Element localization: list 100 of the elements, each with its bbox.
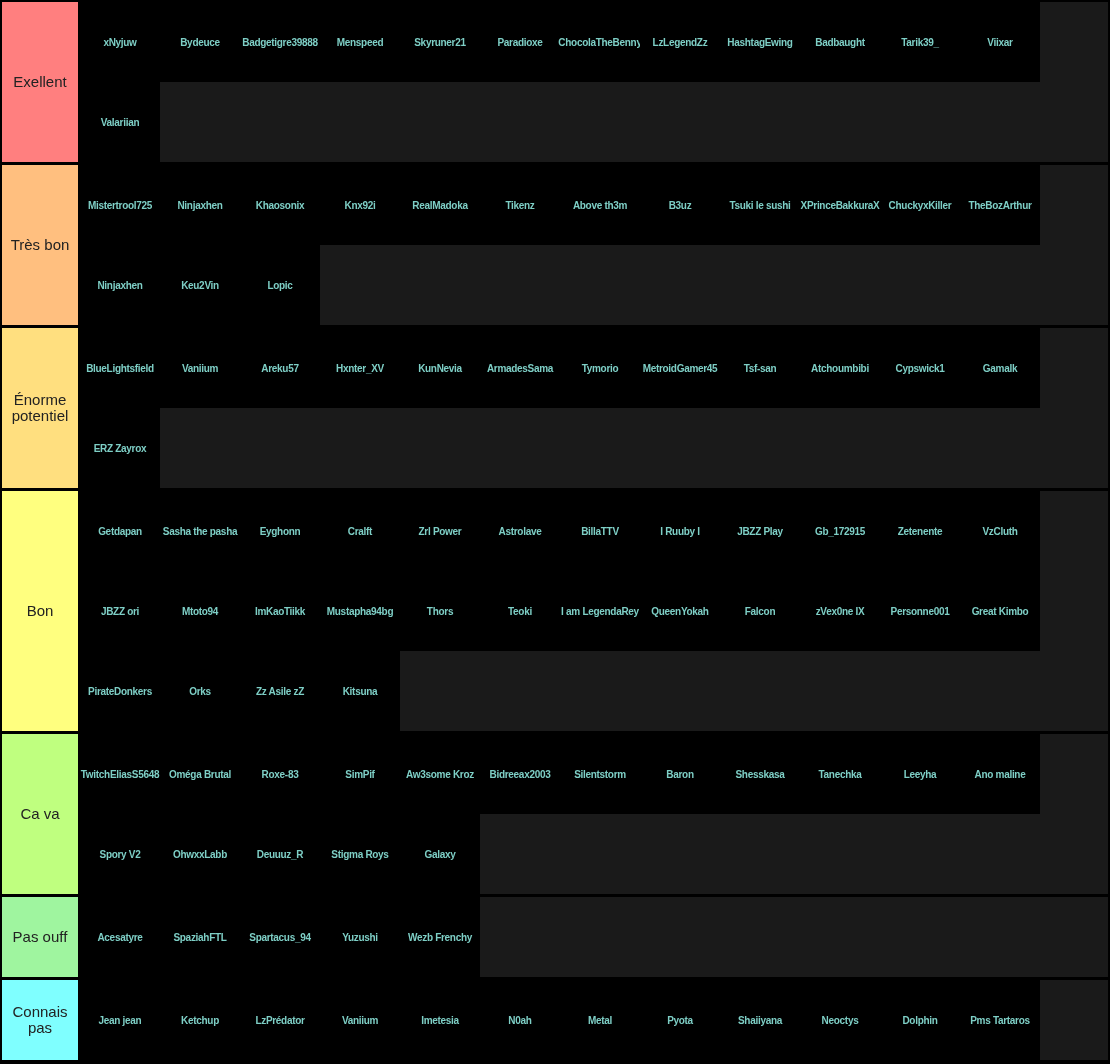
player-name[interactable]: Falcon xyxy=(720,571,800,651)
player-name[interactable]: SpaziahFTL xyxy=(160,897,240,977)
player-name[interactable]: Tsf-san xyxy=(720,328,800,408)
player-name[interactable]: Skyruner21 xyxy=(400,2,480,82)
player-name[interactable]: Ninjaxhen xyxy=(160,165,240,245)
player-name[interactable]: Tsuki le sushi xyxy=(720,165,800,245)
player-name[interactable]: VzCluth xyxy=(960,491,1040,571)
player-name[interactable]: Orks xyxy=(160,651,240,731)
player-name[interactable]: Neoctys xyxy=(800,980,880,1060)
player-name[interactable]: Tymorio xyxy=(560,328,640,408)
player-name[interactable]: Deuuuz_R xyxy=(240,814,320,894)
player-name[interactable]: TwitchEliasS5648 xyxy=(80,734,160,814)
player-name[interactable]: Shesskasa xyxy=(720,734,800,814)
player-name[interactable]: SimPif xyxy=(320,734,400,814)
player-name[interactable]: Zz Asile zZ xyxy=(240,651,320,731)
player-name[interactable]: Above th3m xyxy=(560,165,640,245)
player-name[interactable]: TheBozArthur xyxy=(960,165,1040,245)
player-name[interactable]: Mistertrool725 xyxy=(80,165,160,245)
player-name[interactable]: Pms Tartaros xyxy=(960,980,1040,1060)
player-name[interactable]: Stigma Roys xyxy=(320,814,400,894)
player-name[interactable]: Lopic xyxy=(240,245,320,325)
player-name[interactable]: Gamalk xyxy=(960,328,1040,408)
player-name[interactable]: OhwxxLabb xyxy=(160,814,240,894)
player-name[interactable]: Bidreeax2003 xyxy=(480,734,560,814)
player-name[interactable]: ImKaoTiikk xyxy=(240,571,320,651)
player-name[interactable]: Mtoto94 xyxy=(160,571,240,651)
player-name[interactable]: Great Kimbo xyxy=(960,571,1040,651)
player-name[interactable]: ArmadesSama xyxy=(480,328,560,408)
player-name[interactable]: Getdapan xyxy=(80,491,160,571)
player-name[interactable]: Imetesia xyxy=(400,980,480,1060)
player-name[interactable]: Knx92i xyxy=(320,165,400,245)
player-name[interactable]: JBZZ Play xyxy=(720,491,800,571)
player-name[interactable]: zVex0ne IX xyxy=(800,571,880,651)
player-name[interactable]: Zetenente xyxy=(880,491,960,571)
player-name[interactable]: I am LegendaRey xyxy=(560,571,640,651)
player-name[interactable]: LzLegendZz xyxy=(640,2,720,82)
player-name[interactable]: Jean jean xyxy=(80,980,160,1060)
player-name[interactable]: Gb_172915 xyxy=(800,491,880,571)
player-name[interactable]: Silentstorm xyxy=(560,734,640,814)
player-name[interactable]: Leeyha xyxy=(880,734,960,814)
player-name[interactable]: Yuzushi xyxy=(320,897,400,977)
player-name[interactable]: PirateDonkers xyxy=(80,651,160,731)
player-name[interactable]: Astrolave xyxy=(480,491,560,571)
player-name[interactable]: BillaTTV xyxy=(560,491,640,571)
player-name[interactable]: Khaosonix xyxy=(240,165,320,245)
player-name[interactable]: Cralft xyxy=(320,491,400,571)
player-name[interactable]: KunNevia xyxy=(400,328,480,408)
player-name[interactable]: Pyota xyxy=(640,980,720,1060)
player-name[interactable]: Badbaught xyxy=(800,2,880,82)
player-name[interactable]: Bydeuce xyxy=(160,2,240,82)
player-name[interactable]: Dolphin xyxy=(880,980,960,1060)
player-name[interactable]: ChuckyxKiller xyxy=(880,165,960,245)
player-name[interactable]: Vaniium xyxy=(320,980,400,1060)
player-name[interactable]: Cypswick1 xyxy=(880,328,960,408)
player-name[interactable]: Tikenz xyxy=(480,165,560,245)
player-name[interactable]: Eyghonn xyxy=(240,491,320,571)
player-name[interactable]: N0ah xyxy=(480,980,560,1060)
player-name[interactable]: Badgetigre39888 xyxy=(240,2,320,82)
player-name[interactable]: Ano maline xyxy=(960,734,1040,814)
player-name[interactable]: Spory V2 xyxy=(80,814,160,894)
player-name[interactable]: Galaxy xyxy=(400,814,480,894)
player-name[interactable]: JBZZ ori xyxy=(80,571,160,651)
player-name[interactable]: Hxnter_XV xyxy=(320,328,400,408)
player-name[interactable]: I Ruuby I xyxy=(640,491,720,571)
player-name[interactable]: ERZ Zayrox xyxy=(80,408,160,488)
player-name[interactable]: HashtagEwing xyxy=(720,2,800,82)
player-name[interactable]: Atchoumbibi xyxy=(800,328,880,408)
player-name[interactable]: Mustapha94bg xyxy=(320,571,400,651)
player-name[interactable]: ChocolaTheBenny xyxy=(560,2,640,82)
player-name[interactable]: Metal xyxy=(560,980,640,1060)
player-name[interactable]: Baron xyxy=(640,734,720,814)
player-name[interactable]: Vaniium xyxy=(160,328,240,408)
player-name[interactable]: MetroidGamer45 xyxy=(640,328,720,408)
player-name[interactable]: QueenYokah xyxy=(640,571,720,651)
player-name[interactable]: Keu2Vin xyxy=(160,245,240,325)
player-name[interactable]: Sasha the pasha xyxy=(160,491,240,571)
player-name[interactable]: XPrinceBakkuraX xyxy=(800,165,880,245)
player-name[interactable]: Oméga Brutal xyxy=(160,734,240,814)
player-name[interactable]: Kitsuna xyxy=(320,651,400,731)
player-name[interactable]: BlueLightsfield xyxy=(80,328,160,408)
player-name[interactable]: Roxe-83 xyxy=(240,734,320,814)
player-name[interactable]: Aw3some Kroz xyxy=(400,734,480,814)
player-name[interactable]: Thors xyxy=(400,571,480,651)
player-name[interactable]: Tarik39_ xyxy=(880,2,960,82)
player-name[interactable]: LzPrédator xyxy=(240,980,320,1060)
player-name[interactable]: Teoki xyxy=(480,571,560,651)
player-name[interactable]: Shaiiyana xyxy=(720,980,800,1060)
player-name[interactable]: xNyjuw xyxy=(80,2,160,82)
player-name[interactable]: Valariian xyxy=(80,82,160,162)
player-name[interactable]: RealMadoka xyxy=(400,165,480,245)
player-name[interactable]: Ninjaxhen xyxy=(80,245,160,325)
player-name[interactable]: Spartacus_94 xyxy=(240,897,320,977)
player-name[interactable]: Areku57 xyxy=(240,328,320,408)
player-name[interactable]: Menspeed xyxy=(320,2,400,82)
player-name[interactable]: Acesatyre xyxy=(80,897,160,977)
player-name[interactable]: Viixar xyxy=(960,2,1040,82)
player-name[interactable]: B3uz xyxy=(640,165,720,245)
player-name[interactable]: Zrl Power xyxy=(400,491,480,571)
player-name[interactable]: Personne001 xyxy=(880,571,960,651)
player-name[interactable]: Tanechka xyxy=(800,734,880,814)
